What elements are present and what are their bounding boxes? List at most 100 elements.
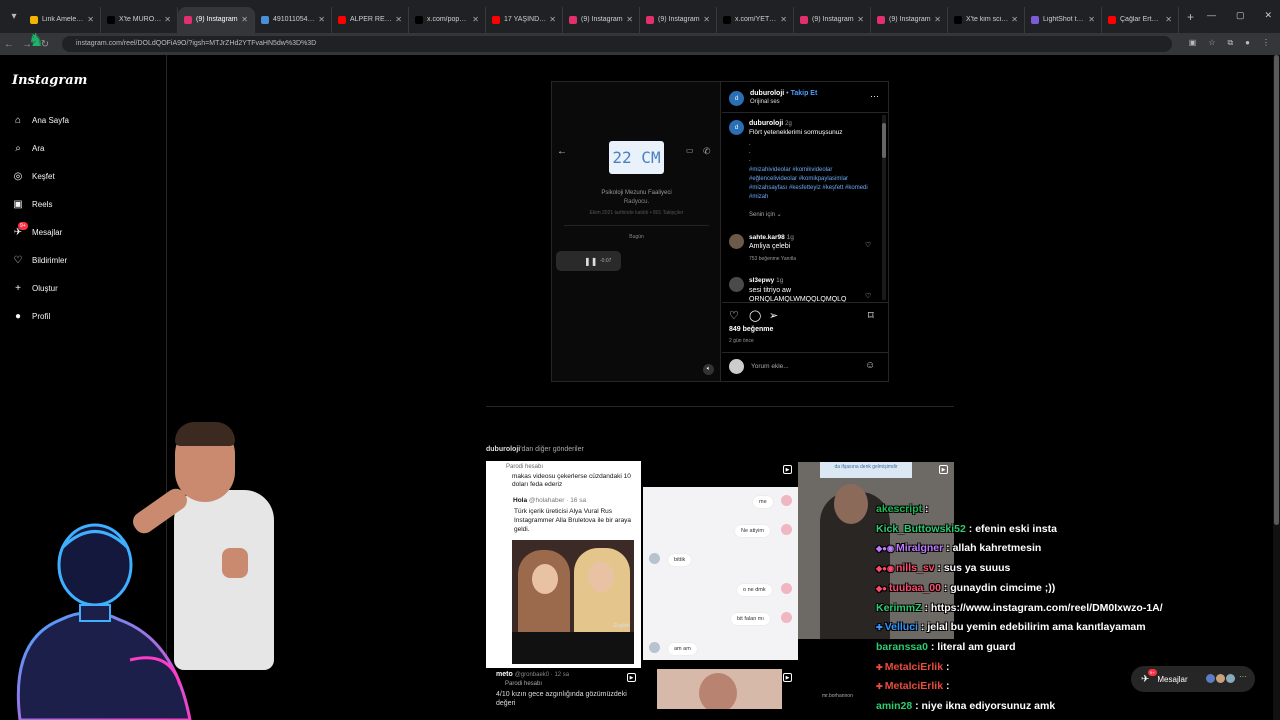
- bookmark-star-icon[interactable]: ☆: [1208, 38, 1215, 48]
- profile-icon: ●: [14, 310, 22, 322]
- more-options-icon[interactable]: ···: [870, 91, 879, 101]
- close-tab-icon[interactable]: ✕: [241, 15, 248, 24]
- browser-tab[interactable]: LightShot tarafı...✕: [1025, 6, 1102, 33]
- sidebar-item-home[interactable]: ⌂ Ana Sayfa: [12, 114, 69, 126]
- browser-tab[interactable]: ALPER RENDE...✕: [332, 6, 409, 33]
- comment-like-icon[interactable]: ♡: [865, 292, 871, 300]
- chat-username[interactable]: MetalciErlik: [885, 680, 943, 692]
- chat-username[interactable]: tuubaa_00: [889, 582, 941, 594]
- browser-tab[interactable]: Link Amelesi v...✕: [24, 6, 101, 33]
- new-tab-button[interactable]: +: [1187, 10, 1194, 24]
- caption-hashtags[interactable]: #mizahivideolar #komikvideolar #eğlencel…: [749, 166, 874, 202]
- close-tab-icon[interactable]: ✕: [318, 15, 325, 24]
- caption-header: duburoloji 2g: [749, 120, 792, 127]
- commenter-avatar[interactable]: [729, 277, 744, 292]
- caption-username[interactable]: duburoloji: [749, 120, 783, 127]
- browser-tab[interactable]: 17 YAŞINDAKİ...✕: [486, 6, 563, 33]
- browser-tab[interactable]: (9) Instagram ✕: [640, 6, 717, 33]
- browser-tab[interactable]: (9) Instagram ✕: [794, 6, 871, 33]
- messages-floating-button[interactable]: ✈ 9+ Mesajlar ···: [1131, 666, 1255, 692]
- close-tab-icon[interactable]: ✕: [87, 15, 94, 24]
- more-post-thumbnail[interactable]: Parodi hesabı makas videosu çekerlerse c…: [486, 461, 641, 668]
- chat-username[interactable]: MetalciErlik: [885, 661, 943, 673]
- extensions-icon[interactable]: ⧉: [1227, 38, 1233, 48]
- browser-tab[interactable]: X'te kim scissor...✕: [948, 6, 1025, 33]
- page-scrollbar[interactable]: [1273, 55, 1280, 720]
- video-today-label: Bugün: [629, 234, 644, 240]
- chat-avatar: [649, 642, 660, 653]
- caption-avatar[interactable]: d: [729, 120, 744, 135]
- post-header: duburoloji • Takip Et: [750, 90, 818, 97]
- speaker-icon[interactable]: 🔈︎: [703, 364, 714, 375]
- comment-like-icon[interactable]: ♡: [865, 241, 871, 249]
- more-post-thumbnail[interactable]: [657, 669, 782, 709]
- browser-tab[interactable]: X'te MURO: "D...✕: [101, 6, 178, 33]
- save-icon[interactable]: ⌑: [868, 309, 874, 322]
- url-field[interactable]: instagram.com/reel/DOLdQOFiA9O/?igsh=MTJ…: [62, 36, 1172, 52]
- sidebar-item-create[interactable]: + Oluştur: [12, 282, 58, 294]
- sidebar-item-messages[interactable]: ✈ 9+ Mesajlar: [12, 222, 62, 238]
- comment-meta[interactable]: 753 beğenme Yanıtla: [749, 256, 796, 262]
- browser-tab[interactable]: x.com/populic...✕: [409, 6, 486, 33]
- close-tab-icon[interactable]: ✕: [395, 15, 402, 24]
- emoji-icon[interactable]: ☺: [865, 360, 875, 371]
- reel-video[interactable]: ← 22 CM ▭ ✆ Psikoloji Mezunu Faaliyeci R…: [552, 82, 721, 381]
- audio-label[interactable]: Orijinal ses: [750, 99, 780, 105]
- back-icon[interactable]: ←: [0, 39, 18, 50]
- browser-tab[interactable]: (9) Instagram ✕: [178, 6, 255, 33]
- browser-tab[interactable]: 491011054-49...✕: [255, 6, 332, 33]
- comment-username[interactable]: sahte.kar98: [749, 234, 785, 241]
- chat-username[interactable]: nills_sv: [896, 562, 935, 574]
- chat-avatar: [781, 495, 792, 506]
- close-tab-icon[interactable]: ✕: [857, 15, 864, 24]
- sidebar-item-reels[interactable]: ▣ Reels: [12, 198, 52, 210]
- reel-icon: ▶: [783, 465, 792, 474]
- close-tab-icon[interactable]: ✕: [1088, 15, 1095, 24]
- chat-username[interactable]: Miralgner: [896, 542, 943, 554]
- sidebar-item-notifications[interactable]: ♡ Bildirimler: [12, 254, 68, 266]
- chat-username[interactable]: amin28: [876, 700, 912, 712]
- sidebar-item-search[interactable]: ⌕ Ara: [12, 142, 44, 154]
- comment-username[interactable]: sl3epwy: [749, 277, 774, 284]
- browser-tab[interactable]: (9) Instagram ✕: [563, 6, 640, 33]
- chat-username[interactable]: baranssa0: [876, 641, 928, 653]
- share-icon[interactable]: ➢: [769, 309, 778, 322]
- browser-tab[interactable]: (9) Instagram ✕: [871, 6, 948, 33]
- close-tab-icon[interactable]: ✕: [1165, 15, 1172, 24]
- browser-tab[interactable]: Çağlar Ertuğrul...✕: [1102, 6, 1179, 33]
- close-tab-icon[interactable]: ✕: [1011, 15, 1018, 24]
- minimize-icon[interactable]: —: [1207, 10, 1216, 21]
- author-name[interactable]: duburoloji: [750, 90, 784, 97]
- comment-icon[interactable]: ◯: [749, 309, 761, 322]
- more-post-thumbnail[interactable]: me Ne atiyim bittik o ne dmk bit falan m…: [643, 487, 798, 660]
- sidebar-item-explore[interactable]: ◎ Keşfet: [12, 170, 55, 182]
- close-tab-icon[interactable]: ✕: [934, 15, 941, 24]
- chat-username[interactable]: Kick_Buttowski52: [876, 523, 966, 535]
- add-comment-input[interactable]: Yorum ekle...: [751, 363, 789, 370]
- instagram-logo[interactable]: Instagram: [12, 73, 87, 88]
- like-icon[interactable]: ♡: [729, 309, 739, 322]
- close-tab-icon[interactable]: ✕: [549, 15, 556, 24]
- close-tab-icon[interactable]: ✕: [703, 15, 710, 24]
- messages-badge: 9+: [18, 222, 28, 230]
- close-tab-icon[interactable]: ✕: [472, 15, 479, 24]
- sidebar-item-profile[interactable]: ● Profil: [12, 310, 50, 322]
- author-avatar[interactable]: d: [729, 91, 744, 106]
- close-window-icon[interactable]: ✕: [1264, 10, 1272, 21]
- profile-avatar-icon[interactable]: ●: [1245, 38, 1250, 48]
- close-tab-icon[interactable]: ✕: [780, 15, 787, 24]
- comments-scrollbar[interactable]: [882, 115, 886, 300]
- close-tab-icon[interactable]: ✕: [164, 15, 171, 24]
- chat-username[interactable]: KerimmZ: [876, 602, 922, 614]
- close-tab-icon[interactable]: ✕: [626, 15, 633, 24]
- like-count[interactable]: 849 beğenme: [729, 326, 773, 333]
- tab-search-icon[interactable]: ▾: [4, 7, 24, 27]
- install-icon[interactable]: ▣: [1189, 38, 1197, 48]
- browser-tab[interactable]: x.com/YETOAH...✕: [717, 6, 794, 33]
- follow-button[interactable]: Takip Et: [791, 90, 818, 97]
- menu-icon[interactable]: ⋮: [1262, 38, 1270, 48]
- chat-username[interactable]: Velluci: [885, 621, 918, 633]
- commenter-avatar[interactable]: [729, 234, 744, 249]
- chat-username[interactable]: akescript: [876, 503, 922, 515]
- maximize-icon[interactable]: ▢: [1236, 10, 1245, 21]
